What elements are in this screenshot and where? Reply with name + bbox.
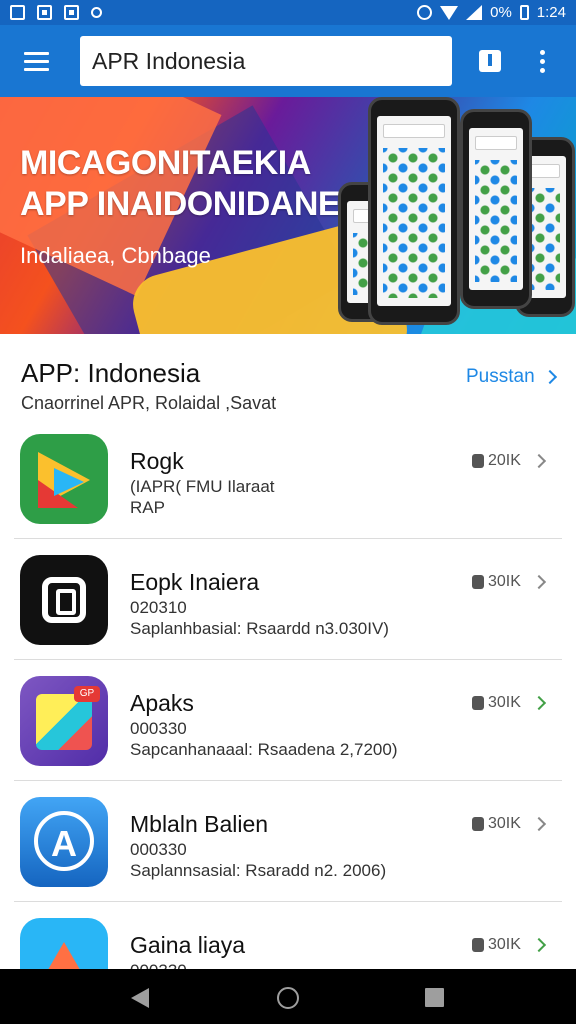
banner-subtitle: Indaliaea, Cbnbage (20, 243, 211, 268)
chevron-right-icon[interactable] (531, 695, 547, 711)
app-details: RAP (130, 498, 165, 517)
app-developer: (IAPR( FMU Ilaraat (130, 477, 275, 496)
app-details: Saplanhbasial: Rsaardd n3.030IV) (130, 619, 389, 638)
search-input[interactable]: APR Indonesia (80, 36, 452, 86)
alarm-icon (417, 5, 433, 20)
chevron-right-icon[interactable] (531, 937, 547, 953)
chevron-right-icon[interactable] (531, 453, 547, 469)
app-store-icon: A (20, 797, 108, 887)
app-bar: APR Indonesia (0, 25, 576, 97)
chevron-right-icon[interactable] (531, 574, 547, 590)
app-size: 30IK (472, 694, 521, 712)
app-size: 30IK (472, 815, 521, 833)
phone-illustration (368, 97, 460, 325)
play-triangle-icon (20, 434, 108, 524)
app-size: 30IK (472, 936, 521, 954)
list-item[interactable]: GP Apaks 000330 Sapcanhanaaal: Rsaadena … (14, 660, 562, 781)
status-bar: 0% 1:24 (0, 0, 576, 25)
hamburger-menu-icon[interactable] (0, 25, 72, 97)
app-size: 30IK (472, 573, 521, 591)
app-size: 20IK (472, 452, 521, 470)
search-query: APR Indonesia (92, 47, 246, 74)
app-details: Saplannsasial: Rsaradd n2. 2006) (130, 861, 387, 880)
folded-square-icon: GP (20, 676, 108, 766)
clock: 1:24 (536, 4, 566, 21)
battery-percent: 0% (490, 4, 512, 21)
list-item[interactable]: Rogk (IAPR( FMU Ilaraat RAP 20IK (14, 418, 562, 539)
section-title: APP: Indonesia (21, 358, 201, 388)
signal-icon (466, 5, 483, 20)
app-name: Rogk (130, 448, 184, 474)
download-size-icon (472, 696, 484, 710)
battery-icon (519, 5, 529, 20)
back-icon[interactable] (131, 988, 149, 1008)
system-nav-bar (0, 969, 576, 1024)
app-name: Mblaln Balien (130, 811, 269, 837)
app-name: Gaina liaya (130, 932, 246, 958)
see-more-link[interactable]: Pusstan (466, 366, 557, 388)
download-size-icon (472, 575, 484, 589)
banner-title: MICAGONITAEKIA APP INAIDONIDANE (20, 144, 341, 223)
notification-icon (37, 5, 52, 20)
home-icon[interactable] (277, 987, 299, 1009)
download-size-icon (472, 817, 484, 831)
app-details: Sapcanhanaaal: Rsaadena 2,7200) (130, 740, 398, 759)
download-size-icon (472, 454, 484, 468)
list-item[interactable]: A Mblaln Balien 000330 Saplannsasial: Rs… (14, 781, 562, 902)
chevron-right-icon (542, 369, 557, 385)
phone-illustration (460, 109, 532, 309)
recent-apps-icon[interactable] (425, 988, 444, 1007)
app-developer: 000330 (130, 840, 187, 859)
download-size-icon (472, 938, 484, 952)
chevron-right-icon[interactable] (531, 816, 547, 832)
notification-dot-icon (91, 7, 102, 18)
app-name: Eopk Inaiera (130, 569, 260, 595)
app-badge: GP (74, 686, 100, 702)
app-name: Apaks (130, 690, 194, 716)
wifi-icon (440, 5, 459, 20)
notification-icon (64, 5, 79, 20)
robot-icon (20, 555, 108, 645)
app-developer: 020310 (130, 598, 187, 617)
promo-banner[interactable]: MICAGONITAEKIA APP INAIDONIDANE Indaliae… (0, 97, 576, 334)
app-developer: 000330 (130, 719, 187, 738)
list-item[interactable]: Eopk Inaiera 020310 Saplanhbasial: Rsaar… (14, 539, 562, 660)
notification-icon (10, 5, 25, 20)
see-more-label: Pusstan (466, 366, 535, 387)
section-subtitle: Cnaorrinel APR, Rolaidal ,Savat (21, 393, 277, 413)
upload-icon[interactable] (474, 45, 506, 77)
more-options-icon[interactable] (530, 45, 554, 77)
